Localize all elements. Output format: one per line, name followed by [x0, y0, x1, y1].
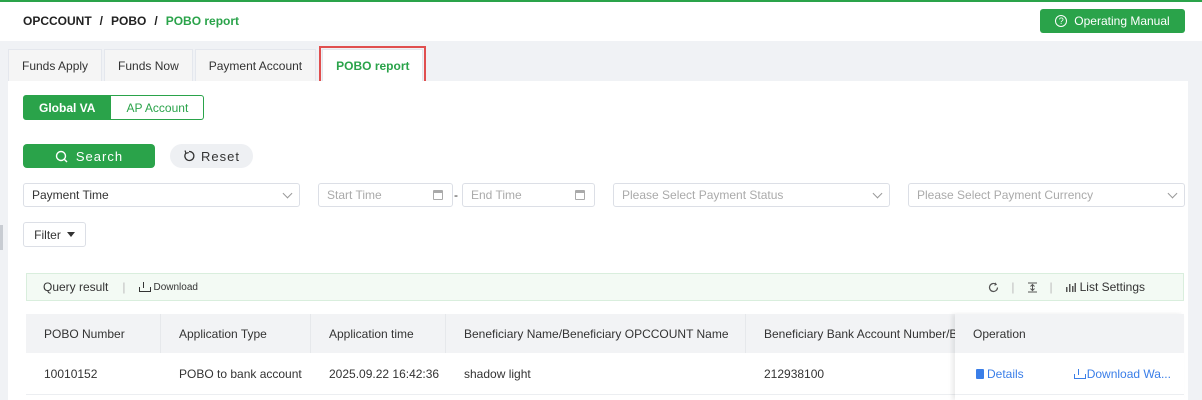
cell-beneficiary-name: shadow light — [464, 367, 531, 381]
start-time-placeholder: Start Time — [327, 188, 382, 202]
segment-ap-account[interactable]: AP Account — [111, 95, 205, 120]
sidebar-collapse-handle[interactable] — [0, 225, 3, 250]
download-button[interactable]: Download — [139, 281, 198, 293]
operating-manual-label: Operating Manual — [1074, 14, 1170, 28]
breadcrumb-item-current: POBO report — [165, 14, 240, 28]
payment-status-select[interactable]: Please Select Payment Status — [613, 183, 890, 207]
tab-payment-account[interactable]: Payment Account — [194, 49, 317, 81]
result-toolbar: Query result | Download | | List Setting… — [26, 273, 1184, 301]
account-type-switch: Global VA AP Account — [23, 95, 205, 120]
page-header: OPCCOUNT / POBO / POBO report ? Operating Ma… — [0, 2, 1202, 41]
cell-application-type: POBO to bank account — [179, 367, 302, 381]
column-header-beneficiary-name: Beneficiary Name/Beneficiary OPCCOUNT Na… — [446, 314, 746, 353]
search-button[interactable]: Search — [23, 144, 155, 168]
date-range-separator: - — [454, 188, 458, 202]
caret-down-icon — [66, 232, 75, 237]
calendar-icon — [575, 190, 585, 200]
search-label: Search — [75, 148, 124, 164]
reset-label: Reset — [201, 148, 240, 164]
time-type-select[interactable]: Payment Time — [23, 183, 300, 207]
reset-icon — [184, 150, 195, 162]
chevron-down-icon — [872, 188, 883, 199]
refresh-icon[interactable] — [988, 281, 999, 293]
download-icon — [139, 282, 152, 292]
breadcrumb-item-pobo[interactable]: POBO — [111, 14, 146, 28]
list-settings-label: List Settings — [1079, 280, 1145, 294]
calendar-icon — [433, 190, 443, 200]
payment-currency-placeholder: Please Select Payment Currency — [917, 188, 1094, 202]
breadcrumb-item-opccount[interactable]: OPCCOUNT — [23, 14, 92, 28]
tab-funds-apply[interactable]: Funds Apply — [8, 49, 103, 81]
end-time-placeholder: End Time — [471, 188, 522, 202]
list-settings-button[interactable]: List Settings — [1065, 280, 1145, 294]
end-time-input[interactable]: End Time — [462, 183, 595, 207]
tab-pobo-report[interactable]: POBO report — [319, 46, 427, 84]
query-result-label: Query result — [43, 280, 109, 294]
filter-label: Filter — [34, 227, 61, 242]
help-icon: ? — [1055, 15, 1068, 27]
operating-manual-button[interactable]: ? Operating Manual — [1040, 9, 1185, 33]
search-icon — [55, 150, 68, 162]
column-header-application-type: Application Type — [161, 314, 311, 353]
pobo-table: POBO Number Application Type Application… — [26, 314, 1184, 400]
column-header-bank-account: Beneficiary Bank Account Number/Ben — [764, 326, 955, 341]
bar-chart-icon — [1065, 283, 1076, 292]
payment-currency-select[interactable]: Please Select Payment Currency — [908, 183, 1185, 207]
column-header-application-time: Application time — [311, 314, 446, 353]
cell-pobo-number: 10010152 — [44, 367, 98, 381]
segment-global-va[interactable]: Global VA — [23, 95, 112, 120]
column-height-icon[interactable] — [1027, 282, 1038, 293]
main-panel: Global VA AP Account Search Reset Paymen… — [8, 81, 1188, 400]
cell-application-time: 2025.09.22 16:42:36 — [329, 367, 440, 381]
reset-button[interactable]: Reset — [170, 144, 253, 168]
download-label: Download — [153, 281, 198, 293]
chevron-down-icon — [282, 188, 293, 199]
breadcrumb: OPCCOUNT / POBO / POBO report — [23, 14, 240, 28]
toolbar-right-actions: | | List Settings — [988, 280, 1167, 294]
column-header-pobo-number: POBO Number — [26, 314, 161, 353]
cell-bank-account: 212938100 — [764, 367, 825, 381]
start-time-input[interactable]: Start Time — [318, 183, 453, 207]
chevron-down-icon — [1167, 188, 1178, 199]
payment-status-placeholder: Please Select Payment Status — [622, 188, 784, 202]
tab-funds-now[interactable]: Funds Now — [104, 49, 193, 81]
tab-bar: Funds Apply Funds Now Payment Account PO… — [8, 46, 427, 84]
fixed-operation-column-shadow — [955, 314, 1184, 400]
time-type-value: Payment Time — [32, 188, 109, 202]
filter-button[interactable]: Filter — [23, 222, 86, 247]
